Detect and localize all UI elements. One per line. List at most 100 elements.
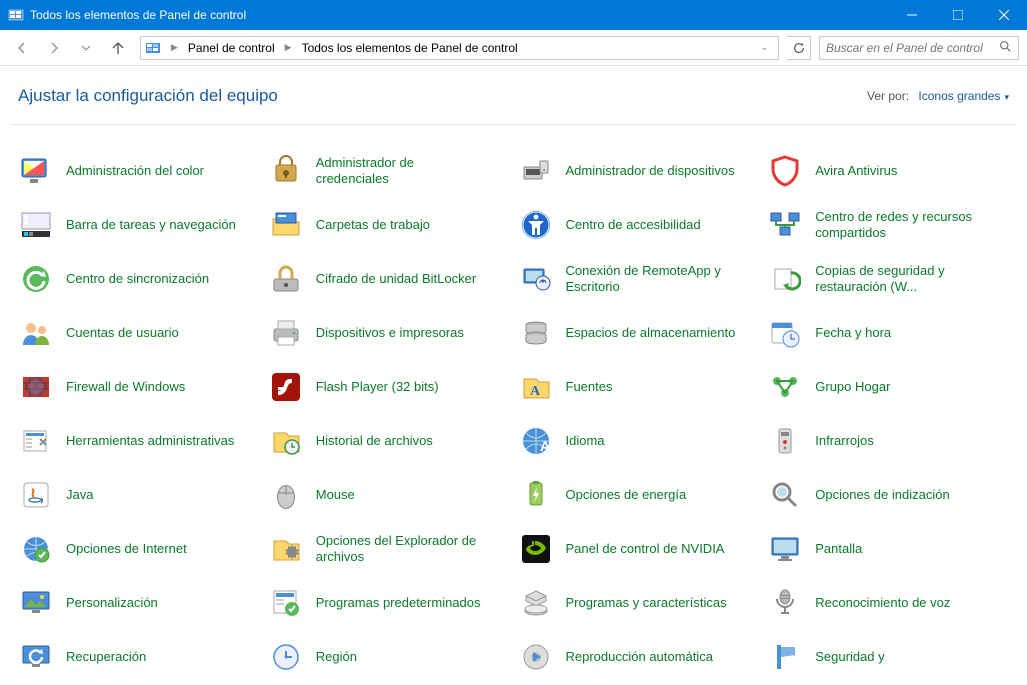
recovery-icon bbox=[18, 639, 54, 675]
control-panel-item[interactable]: Administrador de dispositivos bbox=[518, 153, 760, 189]
breadcrumb-part[interactable]: Todos los elementos de Panel de control bbox=[298, 39, 522, 57]
control-panel-item-label: Recuperación bbox=[66, 649, 146, 665]
view-by-dropdown[interactable]: Iconos grandes bbox=[918, 89, 1009, 103]
network-sharing-icon bbox=[767, 207, 803, 243]
control-panel-item[interactable]: Conexión de RemoteApp y Escritorio bbox=[518, 261, 760, 297]
control-panel-item[interactable]: Opciones de energía bbox=[518, 477, 760, 513]
control-panel-item-label: Historial de archivos bbox=[316, 433, 433, 449]
work-folders-icon bbox=[268, 207, 304, 243]
control-panel-item-label: Personalización bbox=[66, 595, 158, 611]
control-panel-item[interactable]: Seguridad y bbox=[767, 639, 1009, 675]
control-panel-item[interactable]: Java bbox=[18, 477, 260, 513]
control-panel-item[interactable]: Administrador de credenciales bbox=[268, 153, 510, 189]
default-programs-icon bbox=[268, 585, 304, 621]
control-panel-item[interactable]: Pantalla bbox=[767, 531, 1009, 567]
control-panel-item[interactable]: Panel de control de NVIDIA bbox=[518, 531, 760, 567]
control-panel-item[interactable]: Mouse bbox=[268, 477, 510, 513]
storage-spaces-icon bbox=[518, 315, 554, 351]
control-panel-item[interactable]: Avira Antivirus bbox=[767, 153, 1009, 189]
recent-locations-button[interactable] bbox=[72, 34, 100, 62]
control-panel-item[interactable]: Centro de accesibilidad bbox=[518, 207, 760, 243]
control-panel-item-label: Flash Player (32 bits) bbox=[316, 379, 439, 395]
control-panel-item-label: Firewall de Windows bbox=[66, 379, 185, 395]
control-panel-item-label: Centro de sincronización bbox=[66, 271, 209, 287]
control-panel-item[interactable]: Espacios de almacenamiento bbox=[518, 315, 760, 351]
control-panel-item-label: Cuentas de usuario bbox=[66, 325, 179, 341]
control-panel-item[interactable]: Opciones del Explorador de archivos bbox=[268, 531, 510, 567]
page-title: Ajustar la configuración del equipo bbox=[18, 86, 867, 106]
control-panel-item[interactable]: Centro de redes y recursos compartidos bbox=[767, 207, 1009, 243]
control-panel-item[interactable]: Firewall de Windows bbox=[18, 369, 260, 405]
svg-text:A: A bbox=[529, 384, 540, 399]
chevron-right-icon[interactable]: ▶ bbox=[285, 42, 292, 53]
minimize-button[interactable] bbox=[889, 0, 935, 30]
search-input[interactable] bbox=[826, 41, 999, 55]
control-panel-item[interactable]: Dispositivos e impresoras bbox=[268, 315, 510, 351]
control-panel-item[interactable]: Programas predeterminados bbox=[268, 585, 510, 621]
forward-button[interactable] bbox=[40, 34, 68, 62]
control-panel-item-label: Java bbox=[66, 487, 93, 503]
chevron-right-icon[interactable]: ▶ bbox=[171, 42, 178, 53]
control-panel-item[interactable]: A Idioma bbox=[518, 423, 760, 459]
maximize-button[interactable] bbox=[935, 0, 981, 30]
control-panel-item-label: Reproducción automática bbox=[566, 649, 713, 665]
address-dropdown-button[interactable]: ⌄ bbox=[754, 42, 774, 53]
control-panel-item-label: Opciones de Internet bbox=[66, 541, 187, 557]
control-panel-item[interactable]: Grupo Hogar bbox=[767, 369, 1009, 405]
control-panel-item-label: Espacios de almacenamiento bbox=[566, 325, 736, 341]
address-bar[interactable]: ▶ Panel de control ▶ Todos los elementos… bbox=[140, 36, 779, 60]
control-panel-item[interactable]: Programas y características bbox=[518, 585, 760, 621]
up-button[interactable] bbox=[104, 34, 132, 62]
control-panel-item[interactable]: Opciones de Internet bbox=[18, 531, 260, 567]
control-panel-item-label: Conexión de RemoteApp y Escritorio bbox=[566, 263, 736, 296]
control-panel-item[interactable]: Administración del color bbox=[18, 153, 260, 189]
control-panel-item[interactable]: Historial de archivos bbox=[268, 423, 510, 459]
infrared-icon bbox=[767, 423, 803, 459]
window-titlebar: Todos los elementos de Panel de control bbox=[0, 0, 1027, 30]
language-icon: A bbox=[518, 423, 554, 459]
control-panel-item-label: Avira Antivirus bbox=[815, 163, 897, 179]
control-panel-item[interactable]: Recuperación bbox=[18, 639, 260, 675]
back-button[interactable] bbox=[8, 34, 36, 62]
java-icon bbox=[18, 477, 54, 513]
credential-manager-icon bbox=[268, 153, 304, 189]
breadcrumb-part[interactable]: Panel de control bbox=[184, 39, 279, 57]
control-panel-item[interactable]: Fecha y hora bbox=[767, 315, 1009, 351]
close-button[interactable] bbox=[981, 0, 1027, 30]
control-panel-item-label: Pantalla bbox=[815, 541, 862, 557]
control-panel-item[interactable]: Copias de seguridad y restauración (W... bbox=[767, 261, 1009, 297]
search-box[interactable] bbox=[819, 36, 1019, 60]
control-panel-item[interactable]: Cuentas de usuario bbox=[18, 315, 260, 351]
control-panel-item-label: Idioma bbox=[566, 433, 605, 449]
control-panel-item-label: Centro de accesibilidad bbox=[566, 217, 701, 233]
control-panel-item[interactable]: Flash Player (32 bits) bbox=[268, 369, 510, 405]
control-panel-item[interactable]: Opciones de indización bbox=[767, 477, 1009, 513]
control-panel-item-label: Administrador de dispositivos bbox=[566, 163, 735, 179]
search-icon[interactable] bbox=[999, 40, 1012, 56]
control-panel-item[interactable]: Barra de tareas y navegación bbox=[18, 207, 260, 243]
folder-options-icon bbox=[268, 531, 304, 567]
control-panel-item-label: Opciones del Explorador de archivos bbox=[316, 533, 486, 566]
nvidia-icon bbox=[518, 531, 554, 567]
control-panel-item-label: Fecha y hora bbox=[815, 325, 891, 341]
control-panel-item[interactable]: Herramientas administrativas bbox=[18, 423, 260, 459]
control-panel-item[interactable]: Región bbox=[268, 639, 510, 675]
admin-tools-icon bbox=[18, 423, 54, 459]
content-header: Ajustar la configuración del equipo Ver … bbox=[0, 66, 1027, 116]
refresh-button[interactable] bbox=[787, 36, 811, 60]
control-panel-item-label: Infrarrojos bbox=[815, 433, 874, 449]
control-panel-item[interactable]: Reproducción automática bbox=[518, 639, 760, 675]
control-panel-item[interactable]: Centro de sincronización bbox=[18, 261, 260, 297]
control-panel-item[interactable]: Infrarrojos bbox=[767, 423, 1009, 459]
control-panel-item[interactable]: Cifrado de unidad BitLocker bbox=[268, 261, 510, 297]
user-accounts-icon bbox=[18, 315, 54, 351]
control-panel-item-label: Región bbox=[316, 649, 357, 665]
control-panel-item[interactable]: Reconocimiento de voz bbox=[767, 585, 1009, 621]
control-panel-item-label: Grupo Hogar bbox=[815, 379, 890, 395]
control-panel-item-label: Carpetas de trabajo bbox=[316, 217, 430, 233]
control-panel-item[interactable]: Personalización bbox=[18, 585, 260, 621]
control-panel-item-label: Panel de control de NVIDIA bbox=[566, 541, 725, 557]
control-panel-item[interactable]: Carpetas de trabajo bbox=[268, 207, 510, 243]
control-panel-item[interactable]: AFuentes bbox=[518, 369, 760, 405]
flash-player-icon bbox=[268, 369, 304, 405]
